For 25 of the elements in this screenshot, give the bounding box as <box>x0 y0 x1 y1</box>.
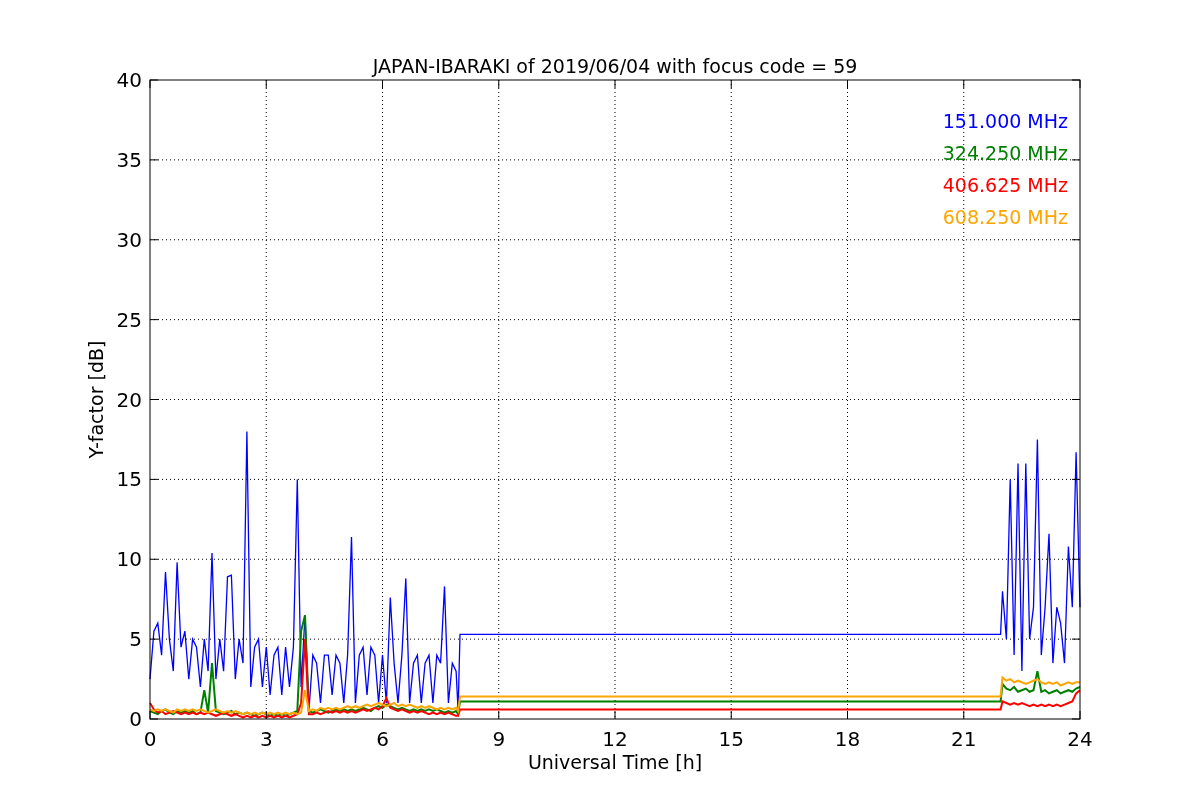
y-tick-label: 35 <box>116 147 142 172</box>
x-tick-label: 0 <box>143 727 157 751</box>
y-axis-label: Y-factor [dB] <box>85 340 107 459</box>
x-tick-label: 6 <box>376 727 389 751</box>
legend-entry: 608.250 MHz <box>942 206 1068 228</box>
x-tick-label: 3 <box>259 727 273 751</box>
y-tick-label: 25 <box>116 307 142 332</box>
y-tick-label: 5 <box>129 627 142 652</box>
x-axis-label: Universal Time [h] <box>527 751 703 773</box>
x-tick-label: 9 <box>492 727 506 751</box>
legend-entry: 324.250 MHz <box>942 142 1068 164</box>
x-tick-label: 15 <box>718 727 744 751</box>
y-tick-label: 40 <box>116 68 142 92</box>
x-tick-label: 18 <box>834 727 861 751</box>
y-tick-label: 15 <box>116 467 142 492</box>
x-tick-label: 12 <box>602 727 628 751</box>
y-tick-label: 10 <box>116 547 142 572</box>
chart-title: JAPAN-IBARAKI of 2019/06/04 with focus code = 59 <box>372 55 858 77</box>
legend-entry: 151.000 MHz <box>942 110 1068 132</box>
x-tick-label: 24 <box>1067 727 1093 751</box>
x-tick-label: 21 <box>951 727 977 751</box>
y-tick-label: 20 <box>116 387 142 412</box>
legend-entry: 406.625 MHz <box>942 174 1068 196</box>
y-tick-label: 30 <box>116 227 142 252</box>
y-tick-label: 0 <box>129 707 142 731</box>
